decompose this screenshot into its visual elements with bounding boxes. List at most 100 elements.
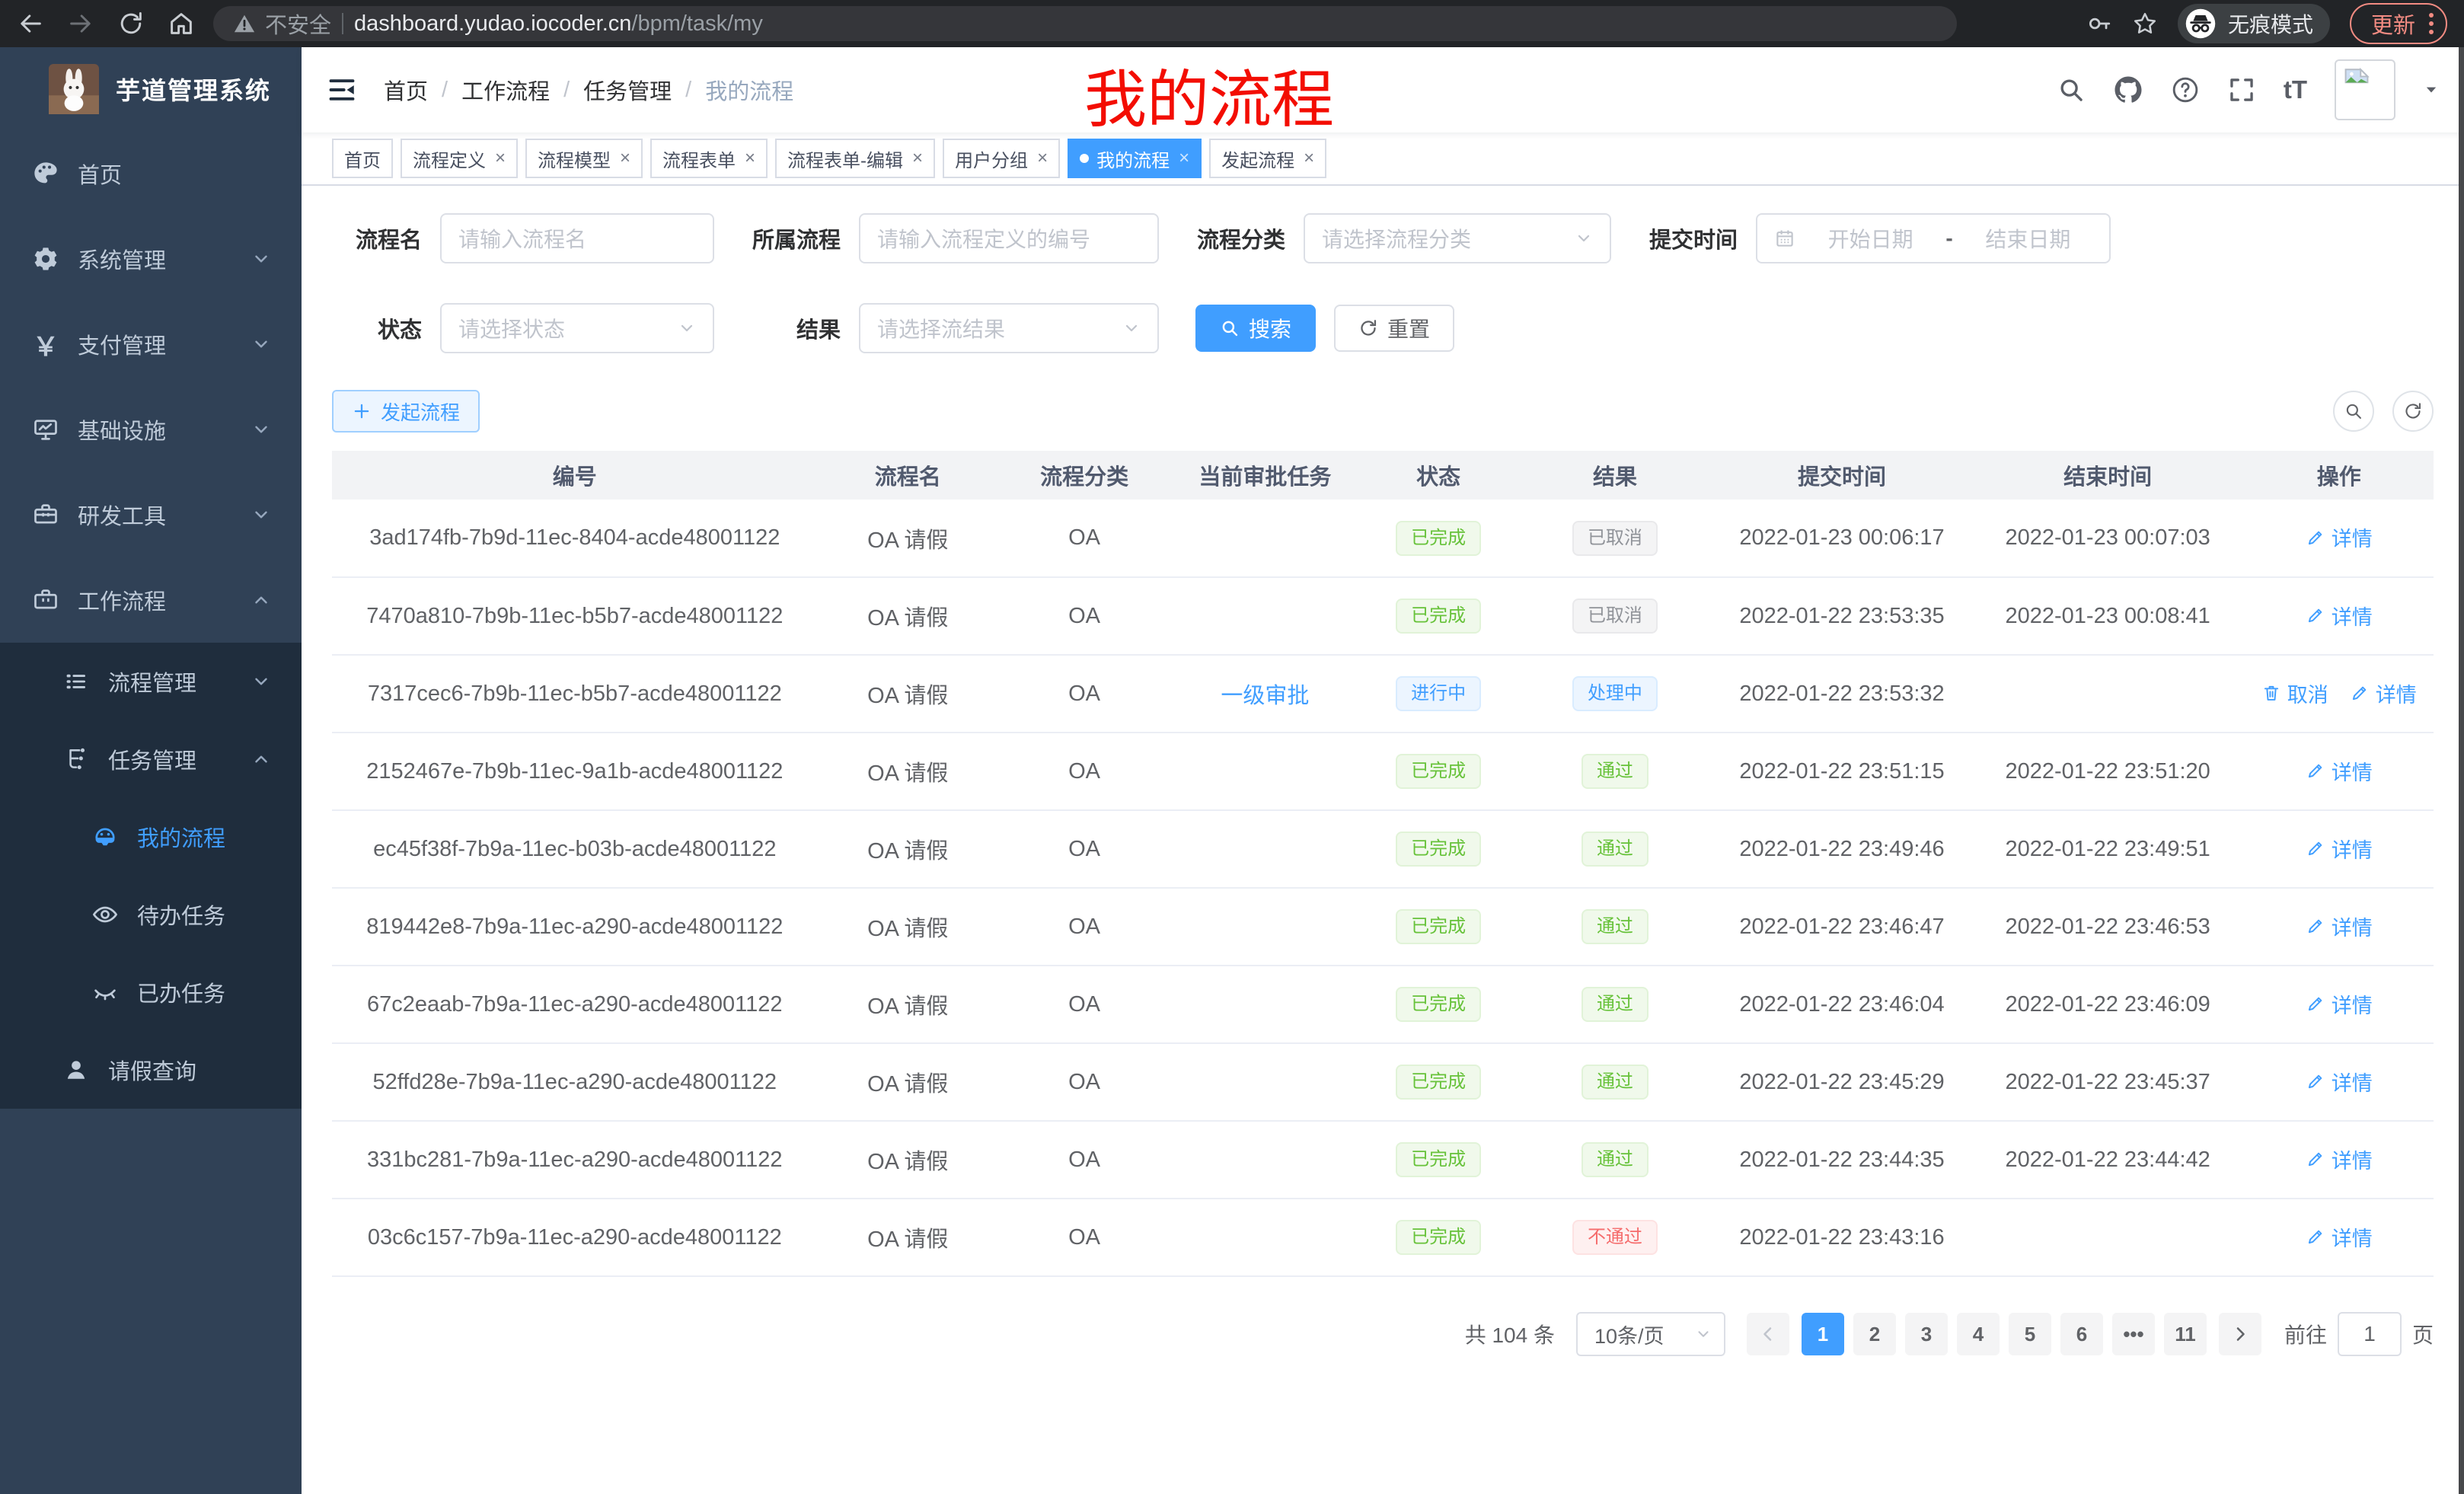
tab-发起流程[interactable]: 发起流程× <box>1209 139 1326 178</box>
tab-close-icon[interactable]: × <box>620 148 630 169</box>
detail-action[interactable]: 详情 <box>2306 989 2373 1019</box>
reset-button[interactable]: 重置 <box>1334 305 1454 352</box>
sidebar-item-my-process[interactable]: 我的流程 <box>0 798 302 876</box>
search-button[interactable]: 搜索 <box>1195 305 1316 352</box>
cell-actions: 详情 <box>2245 733 2434 810</box>
detail-action[interactable]: 详情 <box>2306 1144 2373 1174</box>
cell-id: ec45f38f-7b9a-11ec-b03b-acde48001122 <box>332 810 818 888</box>
search-icon[interactable] <box>2057 75 2086 104</box>
tab-流程定义[interactable]: 流程定义× <box>401 139 518 178</box>
tab-用户分组[interactable]: 用户分组× <box>943 139 1060 178</box>
tab-首页[interactable]: 首页 <box>332 139 393 178</box>
help-icon[interactable] <box>2171 75 2200 104</box>
briefcase-icon <box>30 586 61 614</box>
page-button-6[interactable]: 6 <box>2060 1313 2103 1355</box>
reload-icon[interactable] <box>117 10 145 37</box>
tab-close-icon[interactable]: × <box>1179 148 1189 169</box>
key-icon[interactable] <box>2086 11 2112 37</box>
breadcrumb-item[interactable]: 工作流程 <box>461 74 550 106</box>
page-unit-label: 页 <box>2412 1319 2434 1349</box>
result-select[interactable]: 请选择流结果 <box>859 303 1159 353</box>
detail-action[interactable]: 详情 <box>2306 834 2373 864</box>
detail-action[interactable]: 详情 <box>2306 601 2373 630</box>
show-search-button[interactable] <box>2333 391 2374 432</box>
col-end-time: 结束时间 <box>1971 451 2245 500</box>
page-button-3[interactable]: 3 <box>1905 1313 1948 1355</box>
prev-page-button[interactable] <box>1747 1313 1789 1355</box>
cell-task <box>1170 733 1359 810</box>
bookmark-star-icon[interactable] <box>2132 11 2158 37</box>
forward-icon[interactable] <box>67 10 94 37</box>
app-title: 芋道管理系统 <box>116 72 271 107</box>
cell-actions: 详情 <box>2245 966 2434 1043</box>
avatar[interactable] <box>2335 59 2395 120</box>
address-bar[interactable]: 不安全 dashboard.yudao.iocoder.cn/bpm/task/… <box>213 6 1957 41</box>
breadcrumb-item[interactable]: 首页 <box>384 74 428 106</box>
url-path: /bpm/task/my <box>631 11 762 36</box>
tab-close-icon[interactable]: × <box>1304 148 1314 169</box>
detail-action[interactable]: 详情 <box>2306 522 2373 552</box>
logo-row[interactable]: 芋道管理系统 <box>0 47 302 131</box>
breadcrumb-item[interactable]: 任务管理 <box>583 74 672 106</box>
security-status[interactable]: 不安全 <box>233 8 331 40</box>
detail-action[interactable]: 详情 <box>2306 1222 2373 1252</box>
next-page-button[interactable] <box>2219 1313 2261 1355</box>
window-scrollbar[interactable] <box>2459 47 2464 1494</box>
cancel-action[interactable]: 取消 <box>2261 678 2328 708</box>
back-icon[interactable] <box>17 10 44 37</box>
placeholder: 请选择流结果 <box>877 313 1122 343</box>
task-link[interactable]: 一级审批 <box>1221 684 1309 708</box>
page-button-5[interactable]: 5 <box>2009 1313 2051 1355</box>
status-select[interactable]: 请选择状态 <box>440 303 714 353</box>
cell-result: 已取消 <box>1518 500 1713 577</box>
process-name-input[interactable]: 请输入流程名 <box>440 213 714 263</box>
date-range-picker[interactable]: 开始日期 - 结束日期 <box>1756 213 2111 263</box>
category-select[interactable]: 请选择流程分类 <box>1304 213 1611 263</box>
page-ellipsis[interactable]: ••• <box>2112 1313 2155 1355</box>
page-button-2[interactable]: 2 <box>1853 1313 1896 1355</box>
sidebar-item-home[interactable]: 首页 <box>0 131 302 216</box>
page-button-1[interactable]: 1 <box>1802 1313 1844 1355</box>
goto-page-input[interactable]: 1 <box>2338 1312 2402 1356</box>
font-size-icon[interactable]: tT <box>2284 75 2307 104</box>
detail-action[interactable]: 详情 <box>2306 911 2373 941</box>
browser-menu-icon[interactable] <box>2429 13 2434 34</box>
detail-action[interactable]: 详情 <box>2350 678 2417 708</box>
home-icon[interactable] <box>168 10 195 37</box>
detail-action[interactable]: 详情 <box>2306 756 2373 786</box>
cell-end-time: 2022-01-22 23:44:42 <box>1971 1121 2245 1199</box>
refresh-table-button[interactable] <box>2392 391 2434 432</box>
tab-close-icon[interactable]: × <box>912 148 923 169</box>
filter-label: 状态 <box>332 312 422 344</box>
sidebar-toggle-icon[interactable] <box>326 74 358 106</box>
sidebar-item-system[interactable]: 系统管理 <box>0 216 302 302</box>
create-process-button[interactable]: 发起流程 <box>332 390 480 433</box>
page-size-select[interactable]: 10条/页 <box>1576 1312 1725 1356</box>
page-button-4[interactable]: 4 <box>1957 1313 2000 1355</box>
sidebar-item-process-mgmt[interactable]: 流程管理 <box>0 643 302 720</box>
sidebar-item-workflow[interactable]: 工作流程 <box>0 557 302 643</box>
sidebar-item-infra[interactable]: 基础设施 <box>0 387 302 472</box>
tab-close-icon[interactable]: × <box>495 148 506 169</box>
tab-我的流程[interactable]: 我的流程× <box>1068 139 1202 178</box>
tab-流程表单[interactable]: 流程表单× <box>650 139 768 178</box>
fullscreen-icon[interactable] <box>2227 75 2256 104</box>
tab-流程模型[interactable]: 流程模型× <box>525 139 643 178</box>
tab-流程表单-编辑[interactable]: 流程表单-编辑× <box>775 139 935 178</box>
tab-close-icon[interactable]: × <box>1037 148 1048 169</box>
sidebar-item-done-tasks[interactable]: 已办任务 <box>0 953 302 1031</box>
tab-close-icon[interactable]: × <box>745 148 755 169</box>
cell-submit-time: 2022-01-22 23:44:35 <box>1712 1121 1971 1199</box>
detail-action[interactable]: 详情 <box>2306 1067 2373 1097</box>
sidebar-item-task-mgmt[interactable]: 任务管理 <box>0 720 302 798</box>
sidebar-item-devtools[interactable]: 研发工具 <box>0 472 302 557</box>
page-button-11[interactable]: 11 <box>2164 1313 2207 1355</box>
sidebar-item-todo-tasks[interactable]: 待办任务 <box>0 876 302 953</box>
chevron-down-icon[interactable] <box>2423 81 2440 98</box>
plus-icon <box>352 401 372 421</box>
sidebar-item-leave-query[interactable]: 请假查询 <box>0 1031 302 1109</box>
process-def-input[interactable]: 请输入流程定义的编号 <box>859 213 1159 263</box>
github-icon[interactable] <box>2113 75 2143 105</box>
sidebar-item-payment[interactable]: ￥ 支付管理 <box>0 302 302 387</box>
update-button[interactable]: 更新 <box>2350 3 2447 44</box>
